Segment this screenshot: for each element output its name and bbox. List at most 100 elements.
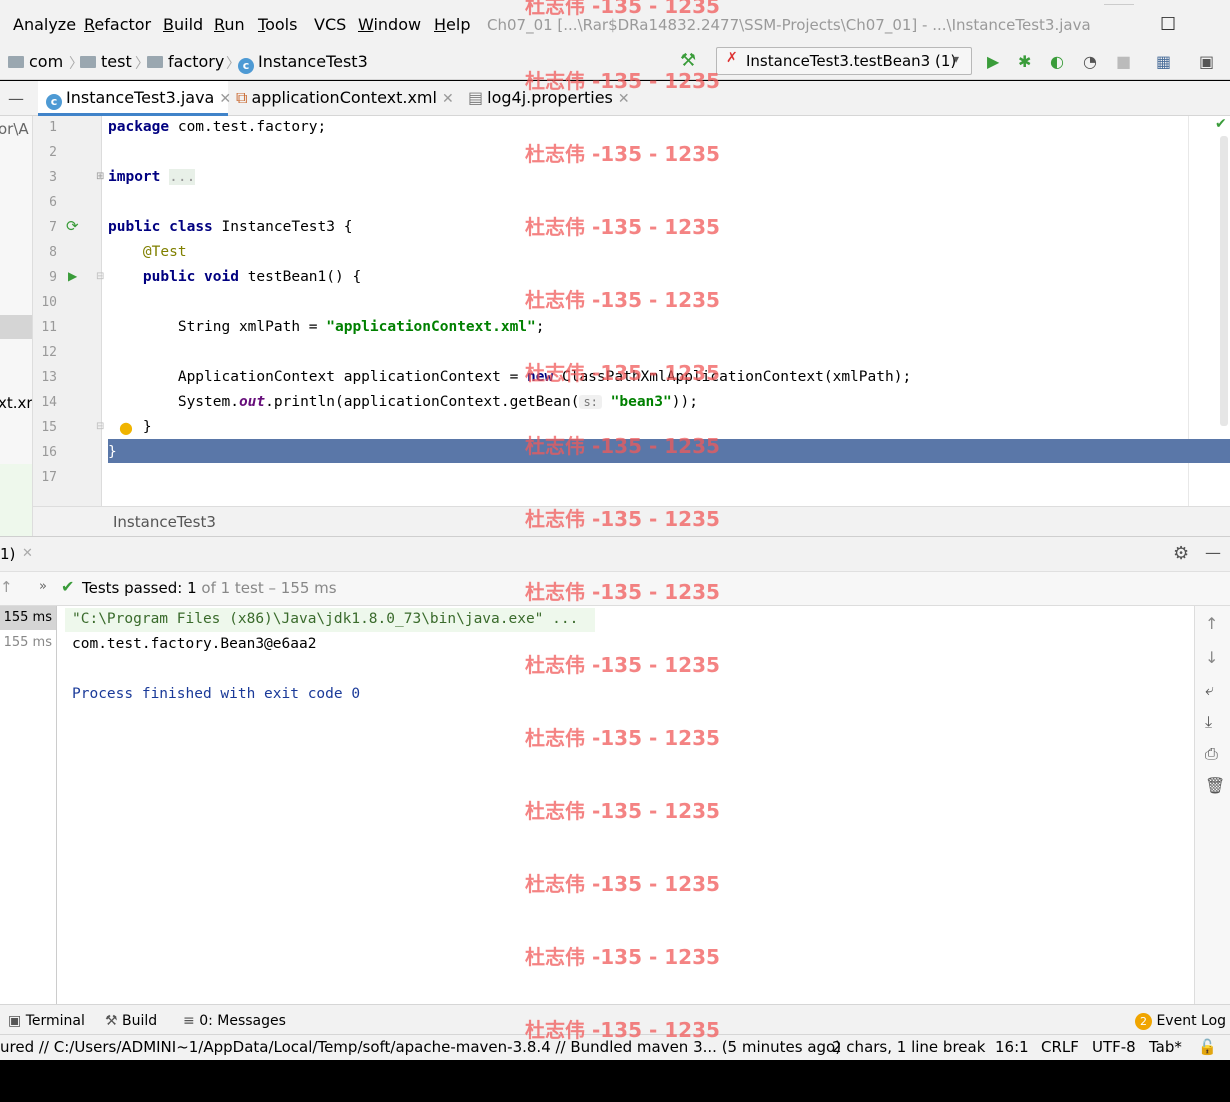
breadcrumb-test[interactable]: test <box>80 52 132 71</box>
terminal-icon: ▣ <box>8 1013 22 1029</box>
build-button[interactable]: ⚒ Build <box>105 1013 157 1029</box>
project-structure-icon[interactable]: ▦ <box>1156 52 1171 71</box>
footer-class-name[interactable]: InstanceTest3 <box>113 513 216 531</box>
parameter-hint: s: <box>579 395 602 409</box>
menu-help[interactable]: Help <box>434 15 470 34</box>
code-line-3: import ... <box>108 169 196 185</box>
event-log-button[interactable]: 2 Event Log <box>1135 1013 1226 1030</box>
close-icon[interactable]: ✕ <box>442 91 454 107</box>
debug-icon[interactable]: ✱ <box>1018 52 1031 71</box>
close-icon[interactable]: ✕ <box>618 91 630 107</box>
line-gutter: 1 2 3 6 7 8 9 10 11 12 13 14 15 16 17 ⊞ … <box>33 116 133 506</box>
menu-analyze[interactable]: Analyze <box>13 15 76 34</box>
code-line-11: String xmlPath = "applicationContext.xml… <box>177 319 545 335</box>
menu-tools[interactable]: Tools <box>258 15 297 34</box>
selection-info: 2 chars, 1 line break <box>832 1038 986 1056</box>
scroll-to-end-icon[interactable]: ⤓ <box>1205 712 1212 732</box>
code-line-16: } <box>108 444 117 460</box>
minimize-panel-icon[interactable]: — <box>1205 543 1221 562</box>
line-number: 1 <box>49 120 57 135</box>
fold-icon[interactable]: ⊞ <box>96 171 104 182</box>
tab-applicationcontext[interactable]: ⧉ applicationContext.xml ✕ <box>234 81 456 116</box>
line-number: 17 <box>41 470 57 485</box>
class-icon: c <box>46 94 62 110</box>
folder-icon <box>80 56 96 68</box>
folder-icon <box>8 56 24 68</box>
xml-file-icon: ⧉ <box>236 88 248 107</box>
tab-log4j[interactable]: ▤ log4j.properties ✕ <box>466 81 631 116</box>
line-number: 2 <box>49 145 57 160</box>
close-icon[interactable]: ✕ <box>22 546 33 561</box>
line-separator[interactable]: CRLF <box>1041 1038 1079 1056</box>
project-fragment: xt.xr <box>0 394 33 412</box>
breadcrumb-com[interactable]: com <box>8 52 63 71</box>
trash-icon[interactable]: 🗑 <box>1205 776 1225 795</box>
hammer-icon[interactable]: ⚒ <box>680 50 696 71</box>
passed-check-icon: ✔ <box>61 577 75 596</box>
run-test-method-icon[interactable]: ▶ <box>68 269 77 283</box>
test-duration: : 155 ms <box>0 610 52 625</box>
menu-refactor-rest: efactor <box>94 15 152 34</box>
status-bar: ured // C:/Users/ADMINI~1/AppData/Local/… <box>0 1034 1230 1060</box>
indent-setting[interactable]: Tab* <box>1149 1038 1182 1056</box>
stop-icon[interactable]: ■ <box>1116 52 1131 71</box>
menu-run-rest: un <box>224 15 245 34</box>
fold-icon[interactable]: ⊟ <box>96 421 104 432</box>
code-editor[interactable]: 1 2 3 6 7 8 9 10 11 12 13 14 15 16 17 ⊞ … <box>33 116 1230 506</box>
folded-imports[interactable]: ... <box>169 169 196 185</box>
code-line-8: @Test <box>142 244 187 260</box>
tool-window-bar: ▣ Terminal ⚒ Build ≡ 0: Messages 2 Event… <box>0 1004 1230 1034</box>
minimize-button[interactable] <box>1104 4 1134 5</box>
file-encoding[interactable]: UTF-8 <box>1092 1038 1136 1056</box>
test-status-bar: ↑ » ✔ Tests passed: 1 of 1 test – 155 ms <box>0 572 1230 606</box>
close-icon[interactable]: ✕ <box>219 91 231 107</box>
tab-instancetest3[interactable]: c InstanceTest3.java ✕ <box>38 81 231 116</box>
profile-icon[interactable]: ◔ <box>1083 52 1097 71</box>
double-chevron-icon[interactable]: » <box>39 579 47 594</box>
messages-button[interactable]: ≡ 0: Messages <box>183 1013 286 1029</box>
breadcrumb-factory[interactable]: factory <box>147 52 224 71</box>
terminal-toggle-icon[interactable]: ▣ <box>1199 52 1214 71</box>
maximize-button[interactable]: ☐ <box>1160 14 1176 35</box>
menu-window-rest: indow <box>373 15 422 34</box>
test-results-tree[interactable]: : 155 ms 155 ms <box>0 606 57 1004</box>
line-number: 13 <box>41 370 57 385</box>
breadcrumb-instancetest3[interactable]: c InstanceTest3 <box>238 52 368 74</box>
status-message[interactable]: ured // C:/Users/ADMINI~1/AppData/Local/… <box>0 1038 841 1056</box>
run-tab-label[interactable]: 1) <box>0 545 15 563</box>
console-line-command: "C:\Program Files (x86)\Java\jdk1.8.0_73… <box>72 611 579 627</box>
menu-window[interactable]: Window <box>358 15 421 34</box>
run-configuration-select[interactable]: ✗ InstanceTest3.testBean3 (1) ▾ <box>716 47 972 75</box>
project-selected-row[interactable] <box>0 315 32 339</box>
menu-build-rest: uild <box>173 15 204 34</box>
run-icon[interactable]: ▶ <box>987 52 999 71</box>
no-problems-check-icon[interactable]: ✔ <box>1215 116 1227 132</box>
menu-vcs[interactable]: VCS <box>314 15 346 34</box>
arrow-down-icon[interactable]: ↓ <box>1205 648 1218 667</box>
coverage-icon[interactable]: ◐ <box>1050 52 1064 71</box>
minus-icon[interactable]: — <box>8 89 24 108</box>
soft-wrap-icon[interactable]: ⤶ <box>1205 680 1214 700</box>
error-x-icon: ✗ <box>726 50 738 66</box>
editor-breadcrumb-footer: InstanceTest3 <box>33 506 1230 536</box>
caret-position[interactable]: 16:1 <box>995 1038 1029 1056</box>
messages-icon: ≡ <box>183 1013 195 1029</box>
line-number: 9 <box>49 270 57 285</box>
menu-build[interactable]: Build <box>163 15 203 34</box>
project-fragment: or\A <box>0 120 29 138</box>
menu-run[interactable]: Run <box>214 15 245 34</box>
menu-refactor[interactable]: Refactor <box>84 15 151 34</box>
console-line-exit: Process finished with exit code 0 <box>72 686 361 702</box>
console-output[interactable]: "C:\Program Files (x86)\Java\jdk1.8.0_73… <box>57 606 1195 1004</box>
run-test-class-icon[interactable]: ⟳ <box>66 217 79 235</box>
editor-scrollbar[interactable] <box>1220 136 1228 426</box>
print-icon[interactable]: ⎙ <box>1205 744 1218 764</box>
arrow-up-icon[interactable]: ↑ <box>0 578 13 596</box>
console-side-toolbar: ↑ ↓ ⤶ ⤓ ⎙ 🗑 <box>1195 606 1230 1004</box>
current-line-highlight <box>108 439 1230 463</box>
arrow-up-icon[interactable]: ↑ <box>1205 614 1218 633</box>
gear-icon[interactable]: ⚙ <box>1173 543 1189 564</box>
terminal-button[interactable]: ▣ Terminal <box>8 1013 85 1029</box>
lock-icon[interactable]: 🔓 <box>1198 1038 1217 1056</box>
fold-icon[interactable]: ⊟ <box>96 271 104 282</box>
